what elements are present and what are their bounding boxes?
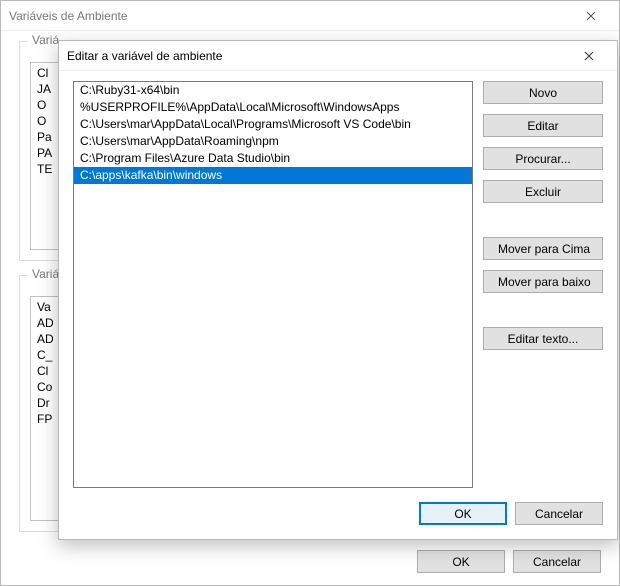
parent-ok-button[interactable]: OK [417,550,505,573]
path-row[interactable]: C:\Users\mar\AppData\Local\Programs\Micr… [74,116,472,133]
path-row[interactable]: C:\Program Files\Azure Data Studio\bin [74,150,472,167]
parent-button-row: OK Cancelar [19,546,601,573]
path-row-empty[interactable] [74,354,472,371]
modal-close-button[interactable] [569,42,609,70]
spacer [483,213,603,227]
path-row[interactable]: %USERPROFILE%\AppData\Local\Microsoft\Wi… [74,99,472,116]
new-button[interactable]: Novo [483,81,603,104]
modal-main: C:\Ruby31-x64\bin%USERPROFILE%\AppData\L… [73,81,603,488]
path-row-empty[interactable] [74,320,472,337]
path-row-empty[interactable] [74,371,472,388]
parent-close-button[interactable] [571,2,611,30]
path-row[interactable]: C:\apps\kafka\bin\windows [74,167,472,184]
path-row-empty[interactable] [74,388,472,405]
edit-button[interactable]: Editar [483,114,603,137]
modal-titlebar: Editar a variável de ambiente [59,41,617,71]
move-down-button[interactable]: Mover para baixo [483,270,603,293]
move-up-button[interactable]: Mover para Cima [483,237,603,260]
path-row-empty[interactable] [74,337,472,354]
modal-ok-button[interactable]: OK [419,502,507,525]
modal-body: C:\Ruby31-x64\bin%USERPROFILE%\AppData\L… [59,71,617,539]
parent-cancel-button[interactable]: Cancelar [513,550,601,573]
modal-cancel-button[interactable]: Cancelar [515,502,603,525]
edit-path-dialog: Editar a variável de ambiente C:\Ruby31-… [58,40,618,540]
modal-title: Editar a variável de ambiente [67,49,569,63]
spacer [483,303,603,317]
path-row-empty[interactable] [74,201,472,218]
path-row-empty[interactable] [74,286,472,303]
path-row-empty[interactable] [74,303,472,320]
path-row-empty[interactable] [74,184,472,201]
delete-button[interactable]: Excluir [483,180,603,203]
path-row-empty[interactable] [74,252,472,269]
path-list[interactable]: C:\Ruby31-x64\bin%USERPROFILE%\AppData\L… [73,81,473,488]
modal-footer: OK Cancelar [73,488,603,525]
path-row-empty[interactable] [74,405,472,422]
browse-button[interactable]: Procurar... [483,147,603,170]
path-row-empty[interactable] [74,235,472,252]
modal-side-buttons: Novo Editar Procurar... Excluir Mover pa… [483,81,603,488]
parent-titlebar: Variáveis de Ambiente [1,1,619,31]
parent-title: Variáveis de Ambiente [9,9,571,23]
path-row-empty[interactable] [74,218,472,235]
path-row-empty[interactable] [74,456,472,473]
path-row-empty[interactable] [74,269,472,286]
path-row-empty[interactable] [74,439,472,456]
path-row-empty[interactable] [74,422,472,439]
edit-text-button[interactable]: Editar texto... [483,327,603,350]
path-row[interactable]: C:\Ruby31-x64\bin [74,82,472,99]
path-row[interactable]: C:\Users\mar\AppData\Roaming\npm [74,133,472,150]
